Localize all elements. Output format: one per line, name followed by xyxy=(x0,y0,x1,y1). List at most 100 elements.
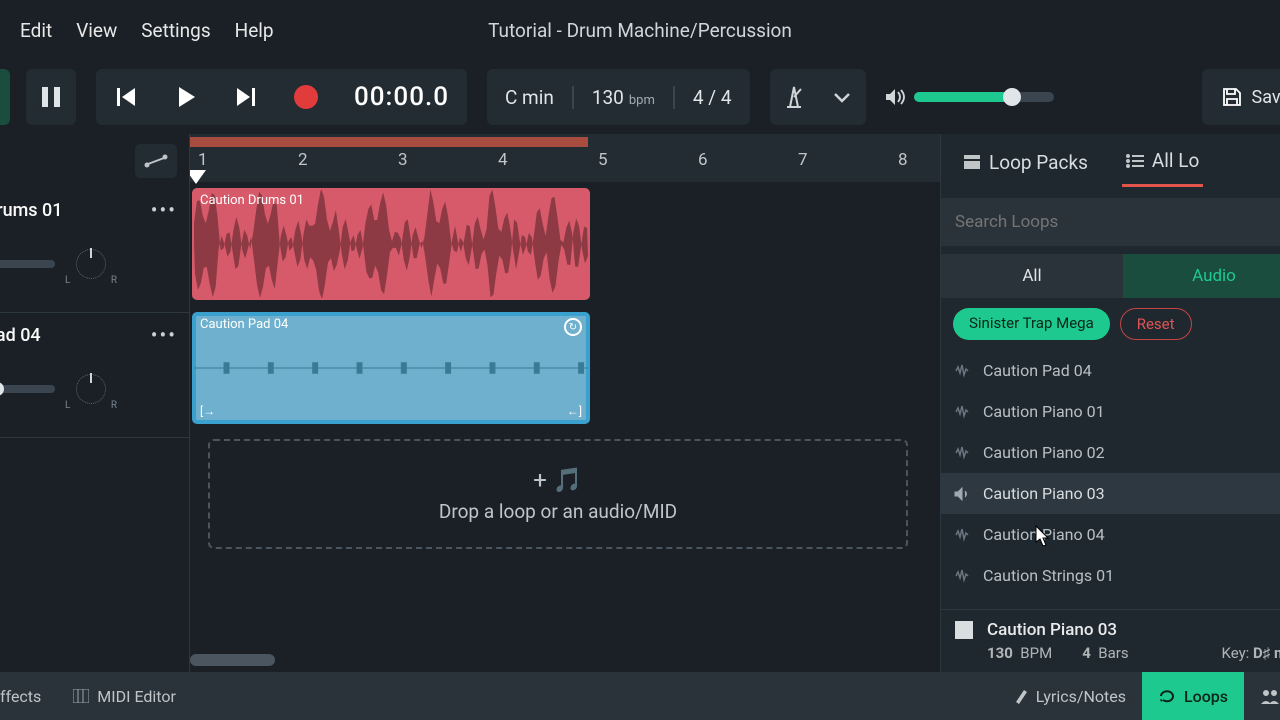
loop-detail-name: Caution Piano 03 xyxy=(987,620,1117,640)
clip-label: Caution Pad 04 xyxy=(200,317,288,332)
loop-name: Caution Piano 02 xyxy=(983,443,1105,462)
ruler-bar-7: 7 xyxy=(798,150,808,170)
tag-row: Sinister Trap Mega Reset xyxy=(941,298,1280,350)
toolbar: 00:00.0 C min 130bpm 4 / 4 Save xyxy=(0,60,1280,134)
track-volume-slider[interactable] xyxy=(0,385,55,393)
clip-label: Caution Drums 01 xyxy=(200,193,304,208)
track-headers-column: n Drums 01 ••• L R n Pad 04 ••• L R xyxy=(0,134,190,672)
ruler-bar-5: 5 xyxy=(598,150,608,170)
key-selector[interactable]: C min xyxy=(487,86,574,109)
drop-zone[interactable]: + 🎵 Drop a loop or an audio/MID xyxy=(208,439,908,549)
transport-controls: 00:00.0 xyxy=(96,69,467,125)
track-more-button[interactable]: ••• xyxy=(151,323,177,347)
waveform-icon xyxy=(953,446,971,460)
loop-name: Caution Strings 01 xyxy=(983,566,1114,585)
search-loops-input[interactable] xyxy=(941,198,1280,246)
loop-icon xyxy=(1158,689,1176,703)
people-icon xyxy=(1260,688,1280,704)
filter-all[interactable]: All xyxy=(941,254,1123,298)
stack-icon xyxy=(963,154,981,170)
volume-icon xyxy=(884,87,906,107)
record-button[interactable] xyxy=(276,69,336,125)
stop-preview-button[interactable] xyxy=(955,621,973,639)
menu-view[interactable]: View xyxy=(64,13,129,48)
track-name: n Pad 04 xyxy=(0,325,41,346)
timecode-display[interactable]: 00:00.0 xyxy=(336,82,467,112)
save-button[interactable]: Save xyxy=(1202,69,1280,125)
audio-clip[interactable]: Caution Pad 04 ↻ [→ ←] xyxy=(192,312,590,424)
waveform-icon xyxy=(953,364,971,378)
loop-browser: Loop Packs All Lo All Audio Sinister Tra… xyxy=(940,134,1280,672)
tempo-selector[interactable]: 130bpm xyxy=(574,86,675,109)
audio-clip[interactable]: Caution Drums 01 xyxy=(192,188,590,300)
filter-audio[interactable]: Audio xyxy=(1123,254,1280,298)
pack-tag[interactable]: Sinister Trap Mega xyxy=(953,308,1110,340)
loop-toggle-button[interactable] xyxy=(0,69,10,125)
pan-knob[interactable]: L R xyxy=(67,369,115,409)
waveform-icon xyxy=(953,528,971,542)
loop-item[interactable]: Caution Pad 04 xyxy=(941,350,1280,391)
metronome-menu-button[interactable] xyxy=(818,69,866,125)
ruler-bar-6: 6 xyxy=(698,150,708,170)
loop-item[interactable]: Caution Piano 01 xyxy=(941,391,1280,432)
tab-collab[interactable] xyxy=(1244,672,1280,720)
track-header[interactable]: n Drums 01 ••• L R xyxy=(0,188,189,313)
tab-loops[interactable]: Loops xyxy=(1142,672,1244,720)
horizontal-scrollbar[interactable] xyxy=(190,654,275,666)
loop-item[interactable]: Caution Piano 04 xyxy=(941,514,1280,555)
ruler-bar-4: 4 xyxy=(498,150,508,170)
waveform-icon xyxy=(953,487,971,501)
loop-list: Caution Pad 04 Caution Piano 01 Caution Pi… xyxy=(941,350,1280,609)
master-volume xyxy=(884,87,1054,107)
tab-lyrics-notes[interactable]: Lyrics/Notes xyxy=(998,672,1142,720)
loop-item[interactable]: Caution Strings 01 xyxy=(941,555,1280,596)
loop-name: Caution Piano 01 xyxy=(983,402,1105,421)
drop-zone-label: Drop a loop or an audio/MID xyxy=(439,500,677,523)
time-signature-selector[interactable]: 4 / 4 xyxy=(675,86,750,109)
loop-detail-panel: Caution Piano 03 130 BPM 4 Bars Key: D♯ … xyxy=(941,609,1280,672)
ruler-bar-3: 3 xyxy=(398,150,408,170)
menu-bar: Edit View Settings Help Tutorial - Drum … xyxy=(0,0,1280,60)
tab-all-loops[interactable]: All Lo xyxy=(1122,137,1203,187)
clip-loop-icon[interactable]: ↻ xyxy=(564,318,582,336)
track-more-button[interactable]: ••• xyxy=(151,198,177,222)
waveform-icon xyxy=(953,569,971,583)
snap-toggle-button[interactable] xyxy=(26,69,76,125)
clip-trim-left[interactable]: [→ xyxy=(200,404,215,418)
plus-note-icon: + 🎵 xyxy=(533,466,582,494)
piano-icon xyxy=(73,689,89,703)
tab-midi-editor[interactable]: MIDI Editor xyxy=(57,672,192,720)
loop-item[interactable]: Caution Piano 03 xyxy=(941,473,1280,514)
skip-start-button[interactable] xyxy=(96,69,156,125)
track-header[interactable]: n Pad 04 ••• L R xyxy=(0,313,189,438)
ruler-bar-1: 1 xyxy=(198,150,208,170)
menu-edit[interactable]: Edit xyxy=(8,13,64,48)
loop-region[interactable] xyxy=(190,137,588,147)
automation-button[interactable] xyxy=(135,144,177,178)
reset-tag-button[interactable]: Reset xyxy=(1120,308,1192,340)
clip-trim-right[interactable]: ←] xyxy=(567,404,582,418)
menu-help[interactable]: Help xyxy=(223,13,286,48)
ruler-bar-2: 2 xyxy=(298,150,308,170)
pan-knob[interactable]: L R xyxy=(67,244,115,284)
ruler-bar-8: 8 xyxy=(898,150,908,170)
tab-loop-packs[interactable]: Loop Packs xyxy=(959,139,1092,186)
project-title: Tutorial - Drum Machine/Percussion xyxy=(488,19,792,42)
bottom-bar: ffects MIDI Editor Lyrics/Notes Loops xyxy=(0,672,1280,720)
loop-name: Caution Piano 03 xyxy=(983,484,1105,503)
metronome-group xyxy=(770,69,866,125)
master-volume-slider[interactable] xyxy=(914,92,1054,102)
list-icon xyxy=(1126,154,1144,168)
pencil-icon xyxy=(1014,688,1028,704)
track-name: n Drums 01 xyxy=(0,200,63,221)
menu-settings[interactable]: Settings xyxy=(129,13,222,48)
track-volume-slider[interactable] xyxy=(0,260,55,268)
loop-name: Caution Piano 04 xyxy=(983,525,1105,544)
tab-effects[interactable]: ffects xyxy=(0,672,57,720)
play-button[interactable] xyxy=(156,69,216,125)
skip-end-button[interactable] xyxy=(216,69,276,125)
loop-item[interactable]: Caution Piano 02 xyxy=(941,432,1280,473)
metronome-button[interactable] xyxy=(770,69,818,125)
browser-tab-row: Loop Packs All Lo xyxy=(941,134,1280,190)
save-icon xyxy=(1222,87,1242,107)
